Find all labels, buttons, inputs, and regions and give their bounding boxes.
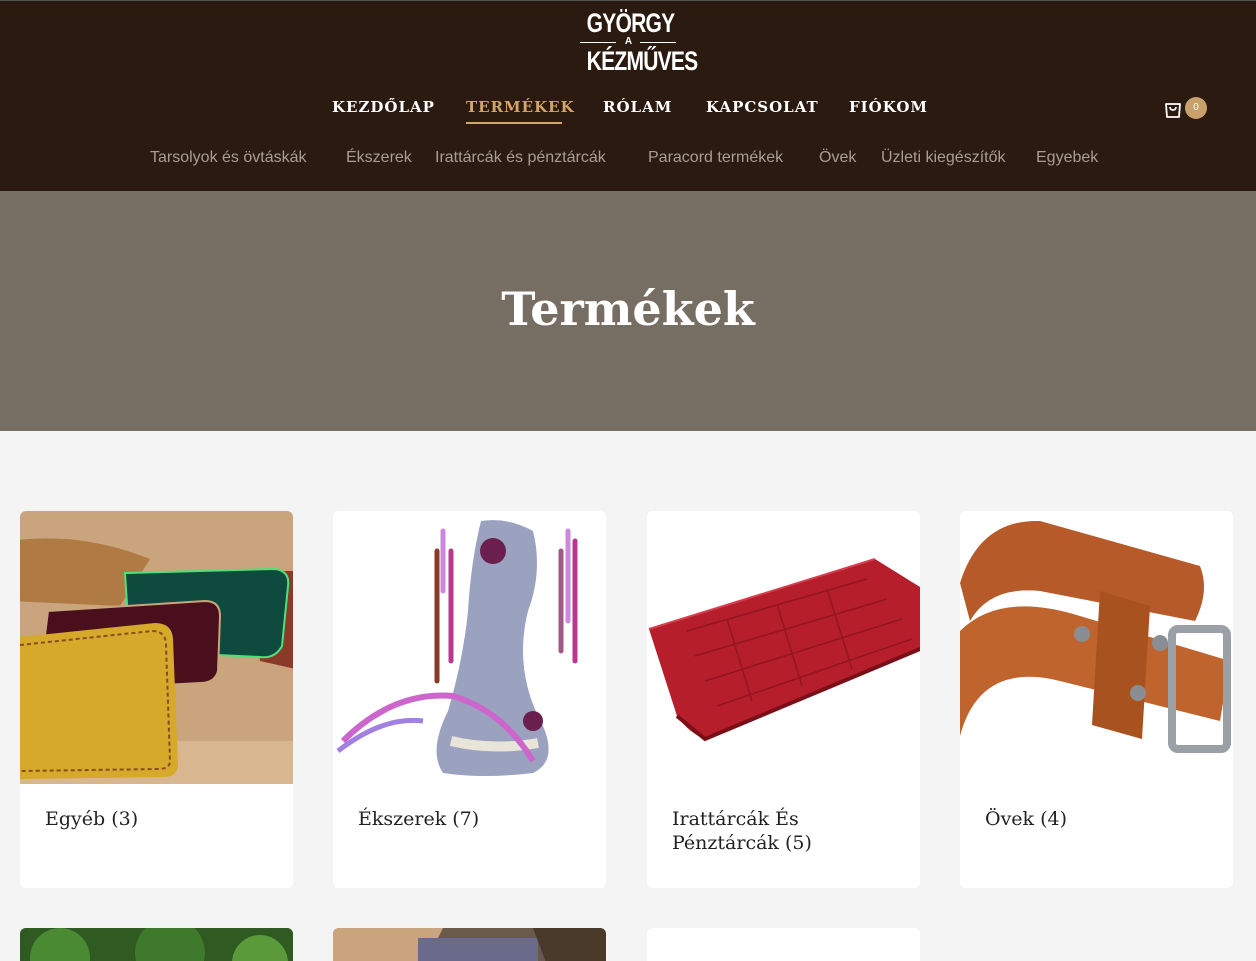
nav-item-kapcsolat[interactable]: KAPCSOLAT <box>706 95 819 119</box>
category-card-ekszerek[interactable]: Ékszerek (7) <box>333 511 606 888</box>
active-nav-underline <box>466 122 562 124</box>
category-subnav: Tarsolyok és övtáskák Ékszerek Irattárcá… <box>0 147 1256 171</box>
subnav-item-uzleti[interactable]: Üzleti kiegészítők <box>881 147 1006 169</box>
subnav-item-ovek[interactable]: Övek <box>819 147 856 169</box>
category-card-row2-2[interactable] <box>333 928 606 961</box>
site-header: GYÖRGY A KÉZMŰVES KEZDŐLAP TERMÉKEK RÓLA… <box>0 0 1256 191</box>
nav-item-rolam[interactable]: RÓLAM <box>603 95 672 119</box>
main-navigation: KEZDŐLAP TERMÉKEK RÓLAM KAPCSOLAT FIÓKOM <box>0 95 1256 125</box>
logo-line-1: GYÖRGY <box>586 8 676 38</box>
category-card-irattarcak[interactable]: Irattárcák És Pénztárcák (5) <box>647 511 920 888</box>
cart-count-badge: 0 <box>1185 97 1207 119</box>
subnav-item-paracord[interactable]: Paracord termékek <box>648 147 783 169</box>
category-label-ekszerek: Ékszerek (7) <box>358 808 480 830</box>
category-image-row2-1 <box>20 928 293 961</box>
logo-line-3: KÉZMŰVES <box>586 46 699 76</box>
subnav-item-irattarcak[interactable]: Irattárcák és pénztárcák <box>435 147 606 169</box>
page-hero: Termékek <box>0 191 1256 431</box>
page-title: Termékek <box>501 282 755 336</box>
category-image-ekszerek <box>333 511 606 784</box>
category-card-row2-1[interactable] <box>20 928 293 961</box>
category-image-ovek <box>960 511 1233 784</box>
nav-item-kezdolap[interactable]: KEZDŐLAP <box>332 95 435 119</box>
nav-item-fiokom[interactable]: FIÓKOM <box>849 95 928 119</box>
shopping-bag-icon <box>1165 103 1181 118</box>
category-image-egyeb <box>20 511 293 784</box>
category-label-ovek: Övek (4) <box>985 808 1068 830</box>
subnav-item-ekszerek[interactable]: Ékszerek <box>346 147 412 169</box>
category-card-row2-3[interactable] <box>647 928 920 961</box>
subnav-item-tarsolyok[interactable]: Tarsolyok és övtáskák <box>150 147 307 169</box>
subnav-item-egyebek[interactable]: Egyebek <box>1036 147 1098 169</box>
nav-item-termekek[interactable]: TERMÉKEK <box>466 95 575 119</box>
site-logo[interactable]: GYÖRGY A KÉZMŰVES <box>575 8 699 77</box>
cart-button[interactable]: 0 <box>1160 96 1210 122</box>
category-image-irattarcak <box>647 511 920 784</box>
category-label-irattarcak: Irattárcák És Pénztárcák (5) <box>672 808 812 854</box>
category-image-row2-2 <box>333 928 606 961</box>
category-label-egyeb: Egyéb (3) <box>45 808 139 830</box>
category-card-egyeb[interactable]: Egyéb (3) <box>20 511 293 888</box>
category-card-ovek[interactable]: Övek (4) <box>960 511 1233 888</box>
